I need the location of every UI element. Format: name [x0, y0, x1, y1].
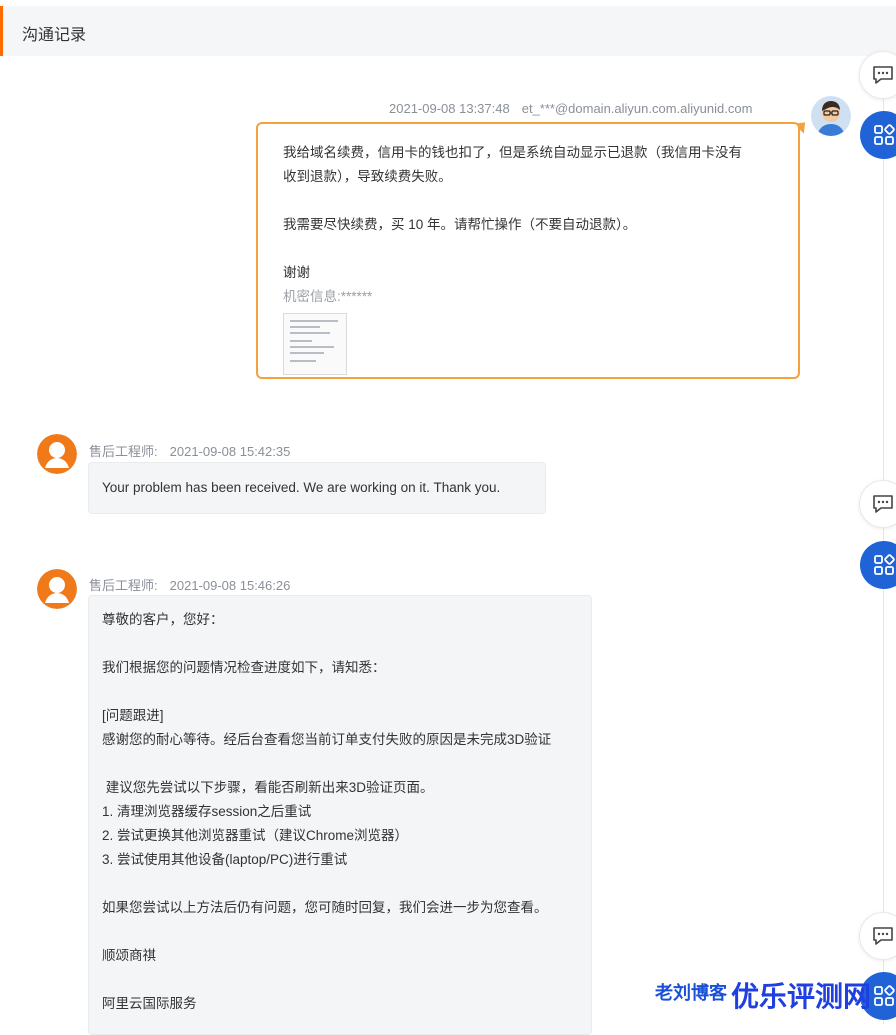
message-line: 如果您尝试以上方法后仍有问题，您可随时回复，我们会进一步为您查看。	[102, 900, 548, 915]
message-line: [问题跟进]	[102, 708, 164, 723]
page-title: 沟通记录	[22, 27, 87, 44]
page-header: 沟通记录	[0, 6, 896, 56]
customer-message-bubble: 我给域名续费，信用卡的钱也扣了，但是系统自动显示已退款（我信用卡没有 收到退款）…	[256, 122, 800, 379]
sender-role: 售后工程师:	[89, 444, 158, 459]
attachment-thumbnail[interactable]	[283, 313, 347, 375]
message-line	[102, 872, 591, 896]
message-line	[102, 680, 591, 704]
chat-button[interactable]	[859, 51, 896, 99]
reply2-bubble: 尊敬的客户，您好： 我们根据您的问题情况检查进度如下，请知悉： [问题跟进] 感…	[88, 595, 592, 1035]
watermark-large-text: 优乐评测网	[731, 981, 872, 1012]
message-line: 2. 尝试更换其他浏览器重试（建议Chrome浏览器）	[102, 828, 409, 843]
engineer-avatar-icon	[37, 569, 77, 609]
customer-avatar-icon	[811, 96, 851, 136]
message-text: Your problem has been received. We are w…	[102, 480, 501, 495]
message-line: 尊敬的客户，您好：	[102, 612, 224, 627]
apps-button[interactable]	[860, 541, 896, 589]
message-line	[102, 752, 591, 776]
message-line	[102, 920, 591, 944]
message-line: 建议您先尝试以下步骤，看能否刷新出来3D验证页面。	[102, 780, 434, 795]
message-line: 我们根据您的问题情况检查进度如下，请知悉：	[102, 660, 386, 675]
message-line: 3. 尝试使用其他设备(laptop/PC)进行重试	[102, 852, 348, 867]
apps-grid-icon	[874, 124, 895, 145]
watermark-small-text: 老刘博客	[655, 983, 727, 1003]
secret-info-label: 机密信息:******	[283, 289, 373, 304]
chat-icon	[873, 927, 893, 945]
message-line: 收到退款），导致续费失败。	[283, 169, 452, 184]
message-timestamp: 2021-09-08 13:37:48	[389, 101, 510, 116]
sender-role: 售后工程师:	[89, 578, 158, 593]
customer-message-meta: 2021-09-08 13:37:48 et_***@domain.aliyun.…	[389, 101, 752, 116]
chat-button[interactable]	[859, 912, 896, 960]
message-timestamp: 2021-09-08 15:46:26	[169, 578, 291, 593]
message-line: 1. 清理浏览器缓存session之后重试	[102, 804, 312, 819]
reply1-bubble: Your problem has been received. We are w…	[88, 462, 546, 514]
message-line	[102, 632, 591, 656]
customer-account: et_***@domain.aliyun.com.aliyunid.com	[521, 101, 753, 116]
message-line: 感谢您的耐心等待。经后台查看您当前订单支付失败的原因是未完成3D验证	[102, 732, 552, 747]
reply1-meta: 售后工程师: 2021-09-08 15:42:35	[89, 441, 302, 460]
apps-button[interactable]	[860, 111, 896, 159]
chat-icon	[873, 66, 893, 84]
chat-icon	[873, 495, 893, 513]
message-timestamp: 2021-09-08 15:42:35	[169, 444, 291, 459]
message-line: 阿里云国际服务	[102, 996, 197, 1011]
message-line: 我需要尽快续费，买 10 年。请帮忙操作（不要自动退款）。	[283, 217, 637, 232]
apps-grid-icon	[874, 985, 895, 1006]
watermark: 老刘博客 优乐评测网	[655, 975, 871, 1015]
engineer-avatar-icon	[37, 434, 77, 474]
chat-button[interactable]	[859, 480, 896, 528]
message-line: 谢谢	[283, 265, 310, 280]
message-line: 我给域名续费，信用卡的钱也扣了，但是系统自动显示已退款（我信用卡没有	[283, 145, 742, 160]
timeline-line	[883, 56, 884, 1024]
message-line	[102, 968, 591, 992]
message-line: 顺颂商祺	[102, 948, 156, 963]
apps-grid-icon	[874, 554, 895, 575]
reply2-meta: 售后工程师: 2021-09-08 15:46:26	[89, 575, 302, 594]
